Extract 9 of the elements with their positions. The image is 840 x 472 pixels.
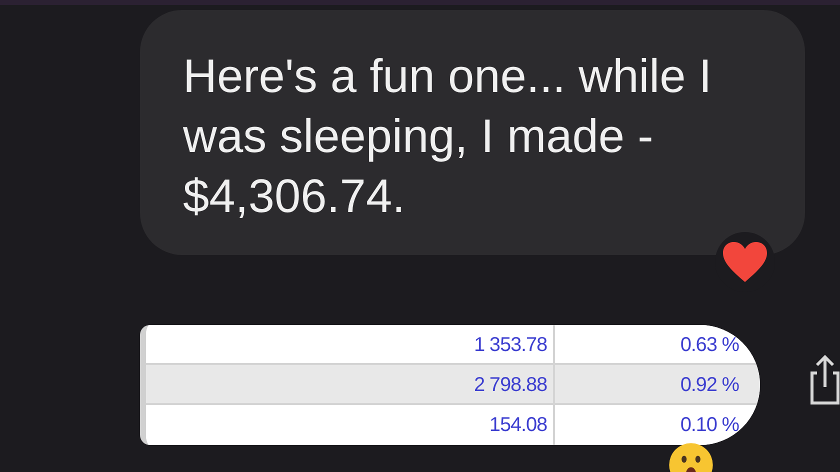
share-icon[interactable] bbox=[808, 353, 840, 407]
message-text: Here's a fun one... while I was sleeping, I made - $4,306.74. bbox=[183, 48, 713, 224]
table-cell-text: 0.63 % bbox=[679, 333, 740, 358]
table-cell: 2 798.88 bbox=[146, 365, 555, 403]
heart-icon bbox=[721, 240, 769, 284]
table-cell: 154.08 bbox=[146, 405, 555, 445]
table-cell-text: 0.92 % bbox=[679, 373, 740, 398]
table-cell-text: 0.10 % bbox=[679, 413, 740, 438]
table-cell: 1 353.78 bbox=[146, 325, 555, 363]
